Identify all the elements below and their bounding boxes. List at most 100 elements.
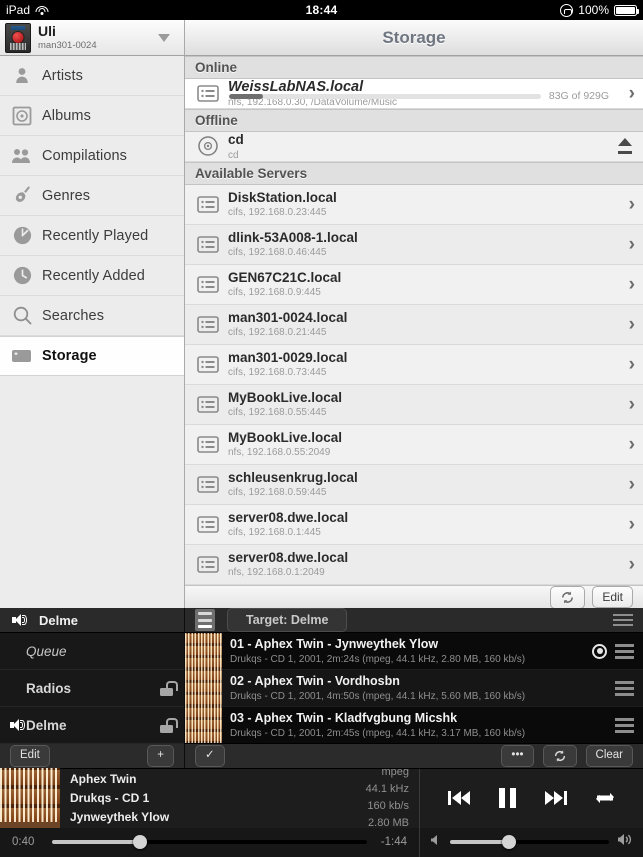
sidebar-item-label: Compilations [42,147,128,164]
edit-button[interactable]: Edit [592,586,633,609]
repeat-icon[interactable] [592,787,618,809]
device-subtitle: man301-0024 [38,39,97,51]
queue-edit-button[interactable]: Edit [10,744,50,767]
chevron-right-icon[interactable]: › [629,355,635,374]
server-row[interactable]: DiskStation.local cifs, 192.168.0.23:445 › [185,184,643,225]
refresh-button[interactable] [550,585,586,609]
section-header-online: Online [185,56,643,79]
queue-clear-button[interactable]: Clear [585,744,633,767]
queue-add-button[interactable]: + [147,744,174,767]
status-bar-clock: 18:44 [305,3,338,17]
player-body: Queue Radios Delme 01 - Aphex Twin - Jyn… [0,633,643,744]
battery-percent-label: 100% [578,3,609,17]
sidebar-item-recently-added[interactable]: Recently Added [0,256,184,296]
server-row[interactable]: man301-0029.local cifs, 192.168.0.73:445 › [185,344,643,385]
server-name: MyBookLive.local [228,389,343,405]
now-playing-info[interactable]: Aphex Twin Drukqs - CD 1 Jynweythek Ylow… [0,766,420,829]
track-detail: Drukqs - CD 1, 2001, 2m:45s (mpeg, 44.1 … [230,727,526,739]
zone-item-radios[interactable]: Radios [0,670,184,707]
offline-cd-row[interactable]: cd cd [185,132,643,162]
chevron-down-icon[interactable] [158,33,170,42]
guitar-icon [9,184,35,208]
chevron-right-icon[interactable]: › [629,315,635,334]
server-icon [194,353,222,375]
sidebar-item-recently-played[interactable]: Recently Played [0,216,184,256]
server-icon [194,393,222,415]
server-detail: cifs, 192.168.0.23:445 [228,207,327,219]
drag-handle-icon[interactable] [615,643,634,659]
sidebar-item-albums[interactable]: Albums [0,96,184,136]
sidebar-item-storage[interactable]: Storage [0,336,184,376]
storage-usage-label: 83G of 929G [548,90,609,103]
chevron-right-icon[interactable]: › [629,555,635,574]
server-name: MyBookLive.local [228,429,343,445]
drag-handle-icon[interactable] [615,680,634,696]
unlock-icon[interactable] [160,717,178,733]
server-icon [194,273,222,295]
chevron-right-icon[interactable]: › [629,435,635,454]
sidebar-item-searches[interactable]: Searches [0,296,184,336]
rotation-lock-icon [560,3,574,17]
chevron-right-icon[interactable]: › [629,84,635,103]
server-row[interactable]: server08.dwe.local nfs, 192.168.0.1:2049 › [185,544,643,585]
device-icon [5,22,31,53]
server-name: dlink-53A008-1.local [228,229,358,245]
target-button[interactable]: Target: Delme [227,608,348,632]
chevron-right-icon[interactable]: › [629,195,635,214]
server-row[interactable]: GEN67C21C.local cifs, 192.168.0.9:445 › [185,264,643,305]
zone-label: Radios [26,680,72,696]
server-row[interactable]: server08.dwe.local cifs, 192.168.0.1:445 › [185,504,643,545]
queue-refresh-button[interactable] [542,744,577,767]
player-zone-header[interactable]: Delme [0,608,185,632]
server-detail: nfs, 192.168.0.55:2049 [228,447,331,459]
queue-track-row[interactable]: 01 - Aphex Twin - Jynweythek Ylow Drukqs … [185,633,643,670]
track-artwork [185,633,222,670]
sidebar-item-compilations[interactable]: Compilations [0,136,184,176]
sidebar-item-artists[interactable]: Artists [0,56,184,96]
chevron-right-icon[interactable]: › [629,475,635,494]
now-playing-meta: Aphex Twin Drukqs - CD 1 Jynweythek Ylow [60,770,366,826]
zone-item-delme[interactable]: Delme [0,707,184,744]
online-server-row[interactable]: WeissLabNAS.local nfs, 192.168.0.30, /Da… [185,79,643,110]
zone-label: Delme [26,717,67,733]
chevron-right-icon[interactable]: › [629,515,635,534]
server-row[interactable]: schleusenkrug.local cifs, 192.168.0.59:44… [185,464,643,505]
chevron-right-icon[interactable]: › [629,275,635,294]
main-split: Artists Albums Compilations Genres Recen… [0,56,643,609]
drag-handle-icon[interactable] [615,717,634,733]
track-title: 01 - Aphex Twin - Jynweythek Ylow [230,637,439,652]
playlist-icon[interactable] [195,609,215,631]
device-text: Uli man301-0024 [38,23,97,51]
queue-track-row[interactable]: 03 - Aphex Twin - Kladfvgbung Micshk Druk… [185,706,643,743]
chevron-right-icon[interactable]: › [629,235,635,254]
pause-icon[interactable] [497,788,517,809]
eject-icon[interactable] [615,137,635,155]
queue-check-button[interactable]: ✓ [195,744,225,767]
zone-item-queue[interactable]: Queue [0,633,184,670]
chevron-right-icon[interactable]: › [629,395,635,414]
storage-footer: Edit [185,584,643,609]
now-playing-track: Jynweythek Ylow [70,809,170,824]
track-artwork [185,669,222,707]
device-header[interactable]: Uli man301-0024 [0,20,185,56]
server-row[interactable]: MyBookLive.local nfs, 192.168.0.55:2049 › [185,424,643,465]
volume-slider[interactable] [450,835,609,850]
server-row[interactable]: dlink-53A008-1.local cifs, 192.168.0.46:4… [185,224,643,265]
queue-track-row[interactable]: 02 - Aphex Twin - Vordhosbn Drukqs - CD 1… [185,669,643,707]
unlock-icon[interactable] [160,680,178,696]
previous-track-icon[interactable] [445,788,475,808]
remaining-time-label: -1:44 [380,836,407,849]
queue-more-button[interactable]: ••• [501,744,534,767]
now-playing-tech: mpeg 44.1 kHz 160 kb/s 2.80 MB [366,764,409,832]
server-icon [194,433,222,455]
sidebar-item-genres[interactable]: Genres [0,176,184,216]
hamburger-menu-icon[interactable] [613,614,633,626]
offline-cd-detail: cd [228,149,239,161]
sidebar-item-label: Recently Played [42,227,149,244]
next-track-icon[interactable] [540,788,570,808]
recently-added-icon [9,264,35,288]
server-row[interactable]: MyBookLive.local cifs, 192.168.0.55:445 › [185,384,643,425]
server-row[interactable]: man301-0024.local cifs, 192.168.0.21:445 › [185,304,643,345]
player-target-bar: Target: Delme [185,608,643,632]
seek-slider[interactable] [52,835,367,850]
